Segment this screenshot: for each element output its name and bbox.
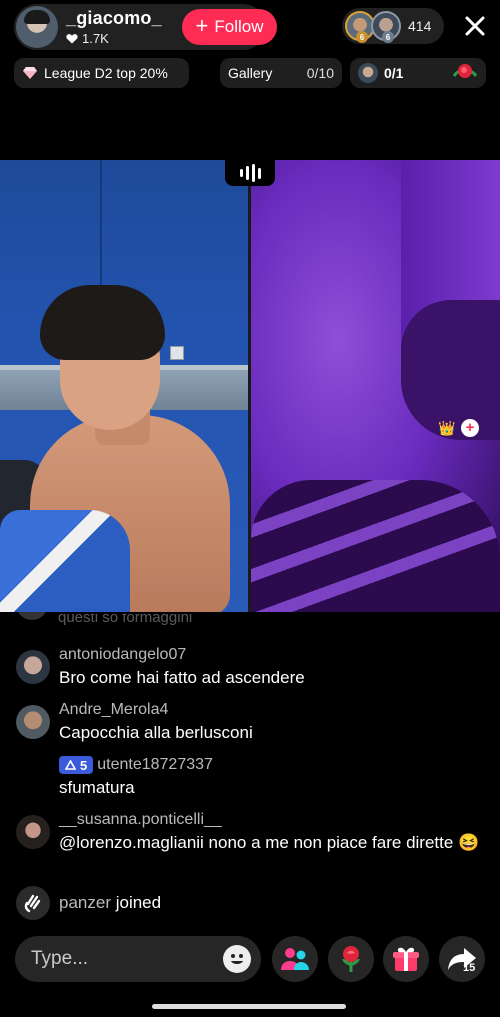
comment-text: Capocchia alla berlusconi (59, 723, 253, 742)
heart-icon (66, 34, 78, 44)
rose-gift-button[interactable] (328, 936, 374, 982)
viewer-count: 414 (408, 18, 432, 34)
plus-icon: + (195, 13, 209, 38)
comment-username[interactable]: Andre_Merola4 (59, 701, 168, 719)
share-button[interactable] (439, 936, 485, 982)
emoji-icon[interactable] (223, 945, 251, 973)
share-count: 15 (463, 962, 476, 974)
league-chip[interactable]: League D2 top 20% (14, 58, 189, 88)
add-guest-icon[interactable]: + (461, 419, 479, 437)
home-indicator[interactable] (152, 1004, 346, 1009)
avatar (16, 612, 48, 620)
level-badge[interactable]: 5 (59, 756, 94, 774)
cut-off-comment: questi so formaggini (58, 614, 193, 626)
avatar[interactable] (16, 815, 50, 849)
comment-text: Bro come hai fatto ad ascendere (59, 668, 305, 687)
joined-text: joined (115, 893, 162, 912)
close-icon[interactable] (461, 12, 489, 40)
host-avatar[interactable] (16, 6, 58, 48)
comment-text: sfumatura (59, 778, 135, 797)
league-label: League D2 top 20% (44, 65, 168, 81)
level-number: 5 (80, 757, 88, 773)
comment-text: @lorenzo.maglianii nono a me non piace f… (59, 833, 480, 852)
comment-input[interactable] (31, 936, 221, 982)
rose-icon (452, 64, 478, 78)
guest-video[interactable] (251, 160, 500, 612)
diamond-icon (23, 67, 37, 79)
viewer-rank-badge: 6 (356, 31, 368, 43)
rose-icon (342, 946, 360, 972)
top-viewer-avatar[interactable]: 6 (371, 11, 401, 43)
comment-feed[interactable]: questi so formaggini antoniodangelo07 Br… (0, 612, 500, 930)
wall-socket (170, 346, 184, 360)
avatar[interactable] (16, 705, 50, 739)
joined-username[interactable]: panzer (59, 893, 111, 912)
gallery-chip[interactable]: Gallery 0/10 (220, 58, 342, 88)
people-icon (281, 948, 309, 970)
gift-goal-chip[interactable]: 0/1 (350, 58, 486, 88)
gallery-label: Gallery (228, 65, 273, 81)
follow-button[interactable]: + Follow (182, 9, 277, 45)
gift-icon (393, 947, 419, 971)
gallery-count: 0/10 (306, 65, 334, 81)
level-triangle-icon (65, 760, 76, 770)
comment-username-row: 5 utente18727337 (59, 756, 213, 774)
comment-composer[interactable] (15, 936, 261, 982)
follow-label: Follow (214, 17, 264, 36)
top-viewers[interactable]: 6 6 414 (342, 8, 444, 44)
viewer-rank-badge: 6 (382, 31, 394, 43)
host-name: _giacomo_ (66, 8, 162, 28)
live-video-split (0, 160, 500, 612)
gift-goal-avatar (358, 63, 378, 83)
host-video[interactable] (0, 160, 248, 612)
wave-icon (16, 886, 50, 920)
crown-icon[interactable]: 👑 (438, 419, 456, 437)
joined-notice: panzer joined (59, 893, 161, 913)
comment-username[interactable]: antoniodangelo07 (59, 646, 186, 664)
gift-button[interactable] (383, 936, 429, 982)
avatar[interactable] (16, 650, 50, 684)
host-info-pill[interactable]: _giacomo_ 1.7K + Follow (14, 4, 277, 50)
comment-username[interactable]: utente18727337 (97, 756, 213, 773)
gift-goal-count: 0/1 (384, 65, 404, 81)
multi-guest-button[interactable] (272, 936, 318, 982)
host-likes: 1.7K (66, 31, 109, 46)
comment-username[interactable]: __susanna.ponticelli__ (59, 811, 222, 829)
audio-level-icon[interactable] (225, 160, 275, 186)
likes-count: 1.7K (82, 31, 109, 46)
